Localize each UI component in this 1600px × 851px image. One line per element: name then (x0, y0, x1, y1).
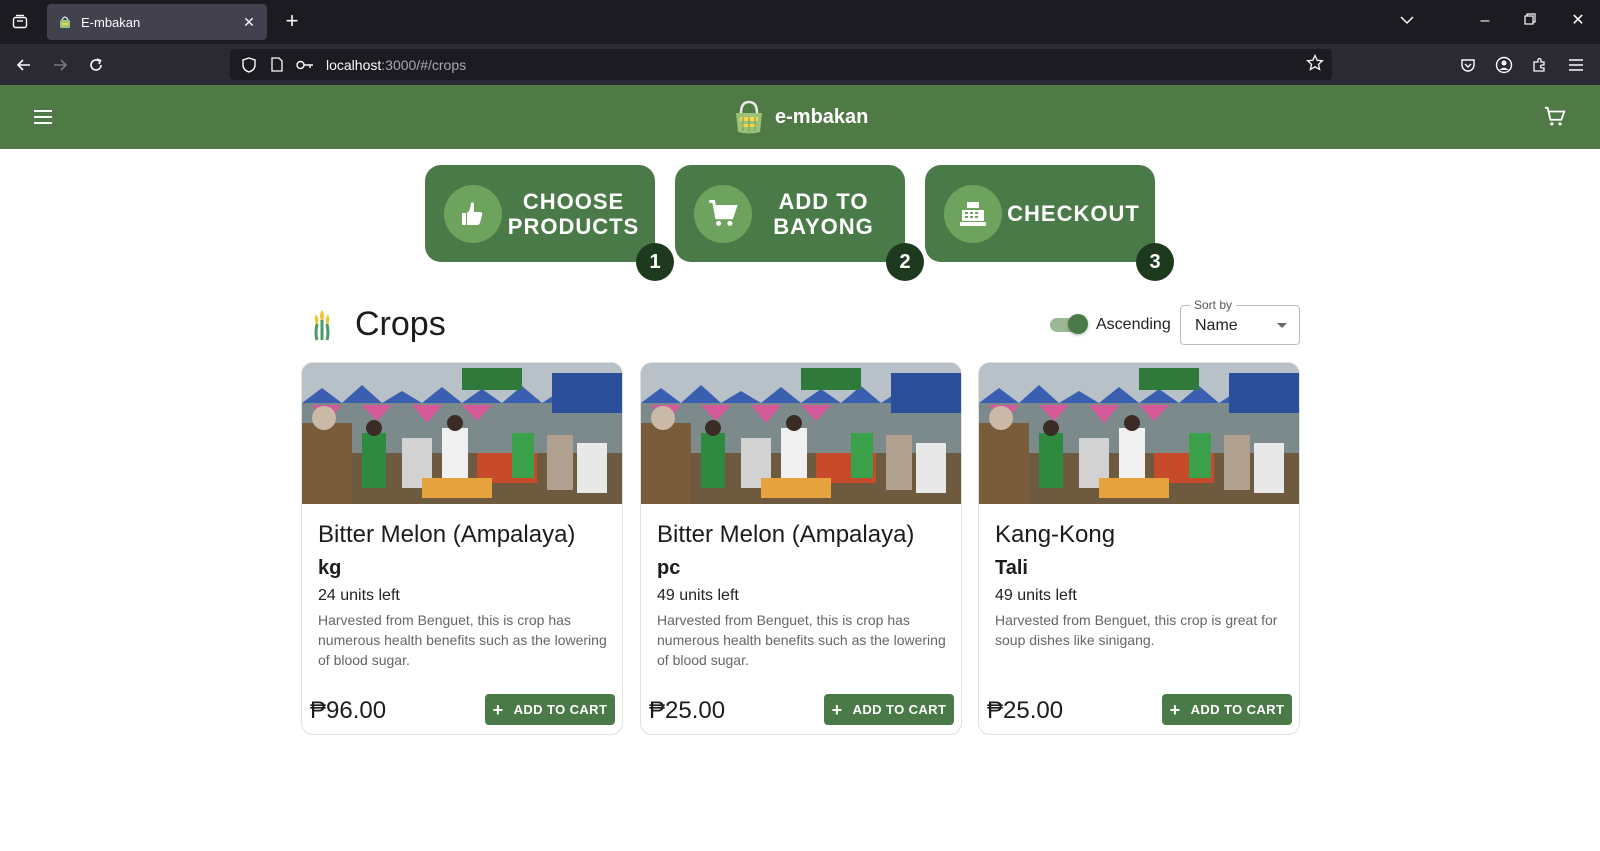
tab-title: E-mbakan (81, 14, 141, 30)
sort-legend: Sort by (1190, 298, 1237, 312)
crops-icon (308, 306, 336, 342)
step-label: CHOOSE PRODUCTS (507, 188, 640, 239)
browser-tab[interactable]: E-mbakan ✕ (47, 4, 267, 40)
shopping-cart-icon[interactable] (1542, 104, 1568, 130)
step-number: 2 (886, 243, 924, 281)
product-unit: Tali (995, 557, 1028, 579)
extensions-puzzle-icon[interactable] (1527, 52, 1553, 78)
star-bookmark-icon[interactable] (1306, 53, 1324, 77)
step-number: 1 (636, 243, 674, 281)
key-icon[interactable] (294, 54, 316, 76)
step-label: ADD TO BAYONG (773, 188, 874, 239)
forward-arrow-icon[interactable] (47, 52, 73, 78)
market-photo (979, 363, 1299, 504)
toggle-thumb (1068, 314, 1088, 334)
product-name: Kang-Kong (995, 521, 1116, 548)
product-description: Harvested from Benguet, this crop is gre… (995, 612, 1278, 648)
add-to-cart-button[interactable]: + ADD TO CART (485, 694, 615, 725)
hand-pointing-icon (444, 184, 502, 243)
bayong-basket-logo-icon (733, 99, 765, 135)
close-window-icon[interactable]: ✕ (1563, 8, 1593, 34)
product-card: Bitter Melon (Ampalaya) kg 24 units left… (301, 362, 623, 735)
cart-icon (694, 184, 752, 243)
restore-icon[interactable] (1515, 8, 1545, 34)
page-icon[interactable] (266, 54, 288, 76)
add-to-cart-button[interactable]: + ADD TO CART (824, 694, 954, 725)
section-title: Crops (355, 305, 446, 343)
add-to-cart-button[interactable]: + ADD TO CART (1162, 694, 1292, 725)
step-add-to-bayong: ADD TO BAYONG 2 (675, 165, 924, 281)
step-choose-products: CHOOSE PRODUCTS 1 (425, 165, 674, 281)
market-photo (641, 363, 961, 504)
hamburger-menu-icon[interactable] (1563, 52, 1589, 78)
product-unit: kg (318, 557, 342, 579)
product-price: ₱96.00 (310, 697, 387, 724)
product-stock: 24 units left (318, 587, 400, 604)
product-name: Bitter Melon (Ampalaya) (657, 521, 915, 548)
browser-nav-bar: localhost:3000/#/crops (0, 44, 1600, 85)
product-price: ₱25.00 (987, 697, 1064, 724)
url-text: localhost:3000/#/crops (326, 56, 467, 73)
basket-favicon-icon (57, 14, 73, 30)
plus-icon: + (831, 699, 843, 720)
url-bar[interactable]: localhost:3000/#/crops (230, 49, 1332, 80)
account-icon[interactable] (1491, 52, 1517, 78)
chevron-down-icon[interactable] (1392, 8, 1422, 34)
toggle-label: Ascending (1096, 316, 1171, 333)
brand[interactable]: e-mbakan (733, 99, 868, 135)
plus-icon: + (1169, 699, 1181, 720)
pocket-icon[interactable] (1455, 52, 1481, 78)
brand-name: e-mbakan (775, 105, 869, 128)
product-unit: pc (657, 557, 681, 579)
new-tab-icon[interactable]: + (280, 10, 304, 34)
back-arrow-icon[interactable] (11, 52, 37, 78)
tab-list-icon[interactable] (8, 10, 32, 34)
app-header: e-mbakan (0, 85, 1600, 149)
ascending-toggle[interactable] (1050, 314, 1088, 334)
minimize-icon[interactable]: – (1470, 8, 1500, 34)
browser-tab-bar: E-mbakan ✕ + – ✕ (0, 0, 1600, 44)
step-checkout: CHECKOUT 3 (925, 165, 1174, 281)
shield-icon[interactable] (238, 54, 260, 76)
sort-by-select[interactable]: Sort by Name (1180, 298, 1300, 345)
product-name: Bitter Melon (Ampalaya) (318, 521, 576, 548)
product-description: Harvested from Benguet, this is crop has… (657, 612, 946, 668)
product-card: Bitter Melon (Ampalaya) pc 49 units left… (640, 362, 962, 735)
product-description: Harvested from Benguet, this is crop has… (318, 612, 607, 668)
product-stock: 49 units left (657, 587, 739, 604)
dropdown-arrow-icon (1277, 323, 1287, 328)
product-card: Kang-Kong Tali 49 units left Harvested f… (978, 362, 1300, 735)
sort-value: Name (1195, 317, 1238, 334)
cash-register-icon (944, 184, 1002, 243)
plus-icon: + (492, 699, 504, 720)
close-tab-icon[interactable]: ✕ (241, 14, 257, 31)
product-stock: 49 units left (995, 587, 1077, 604)
product-price: ₱25.00 (649, 697, 726, 724)
reload-icon[interactable] (83, 52, 109, 78)
step-label: CHECKOUT (1007, 201, 1140, 226)
market-photo (302, 363, 622, 504)
menu-icon[interactable] (30, 104, 56, 130)
step-number: 3 (1136, 243, 1174, 281)
